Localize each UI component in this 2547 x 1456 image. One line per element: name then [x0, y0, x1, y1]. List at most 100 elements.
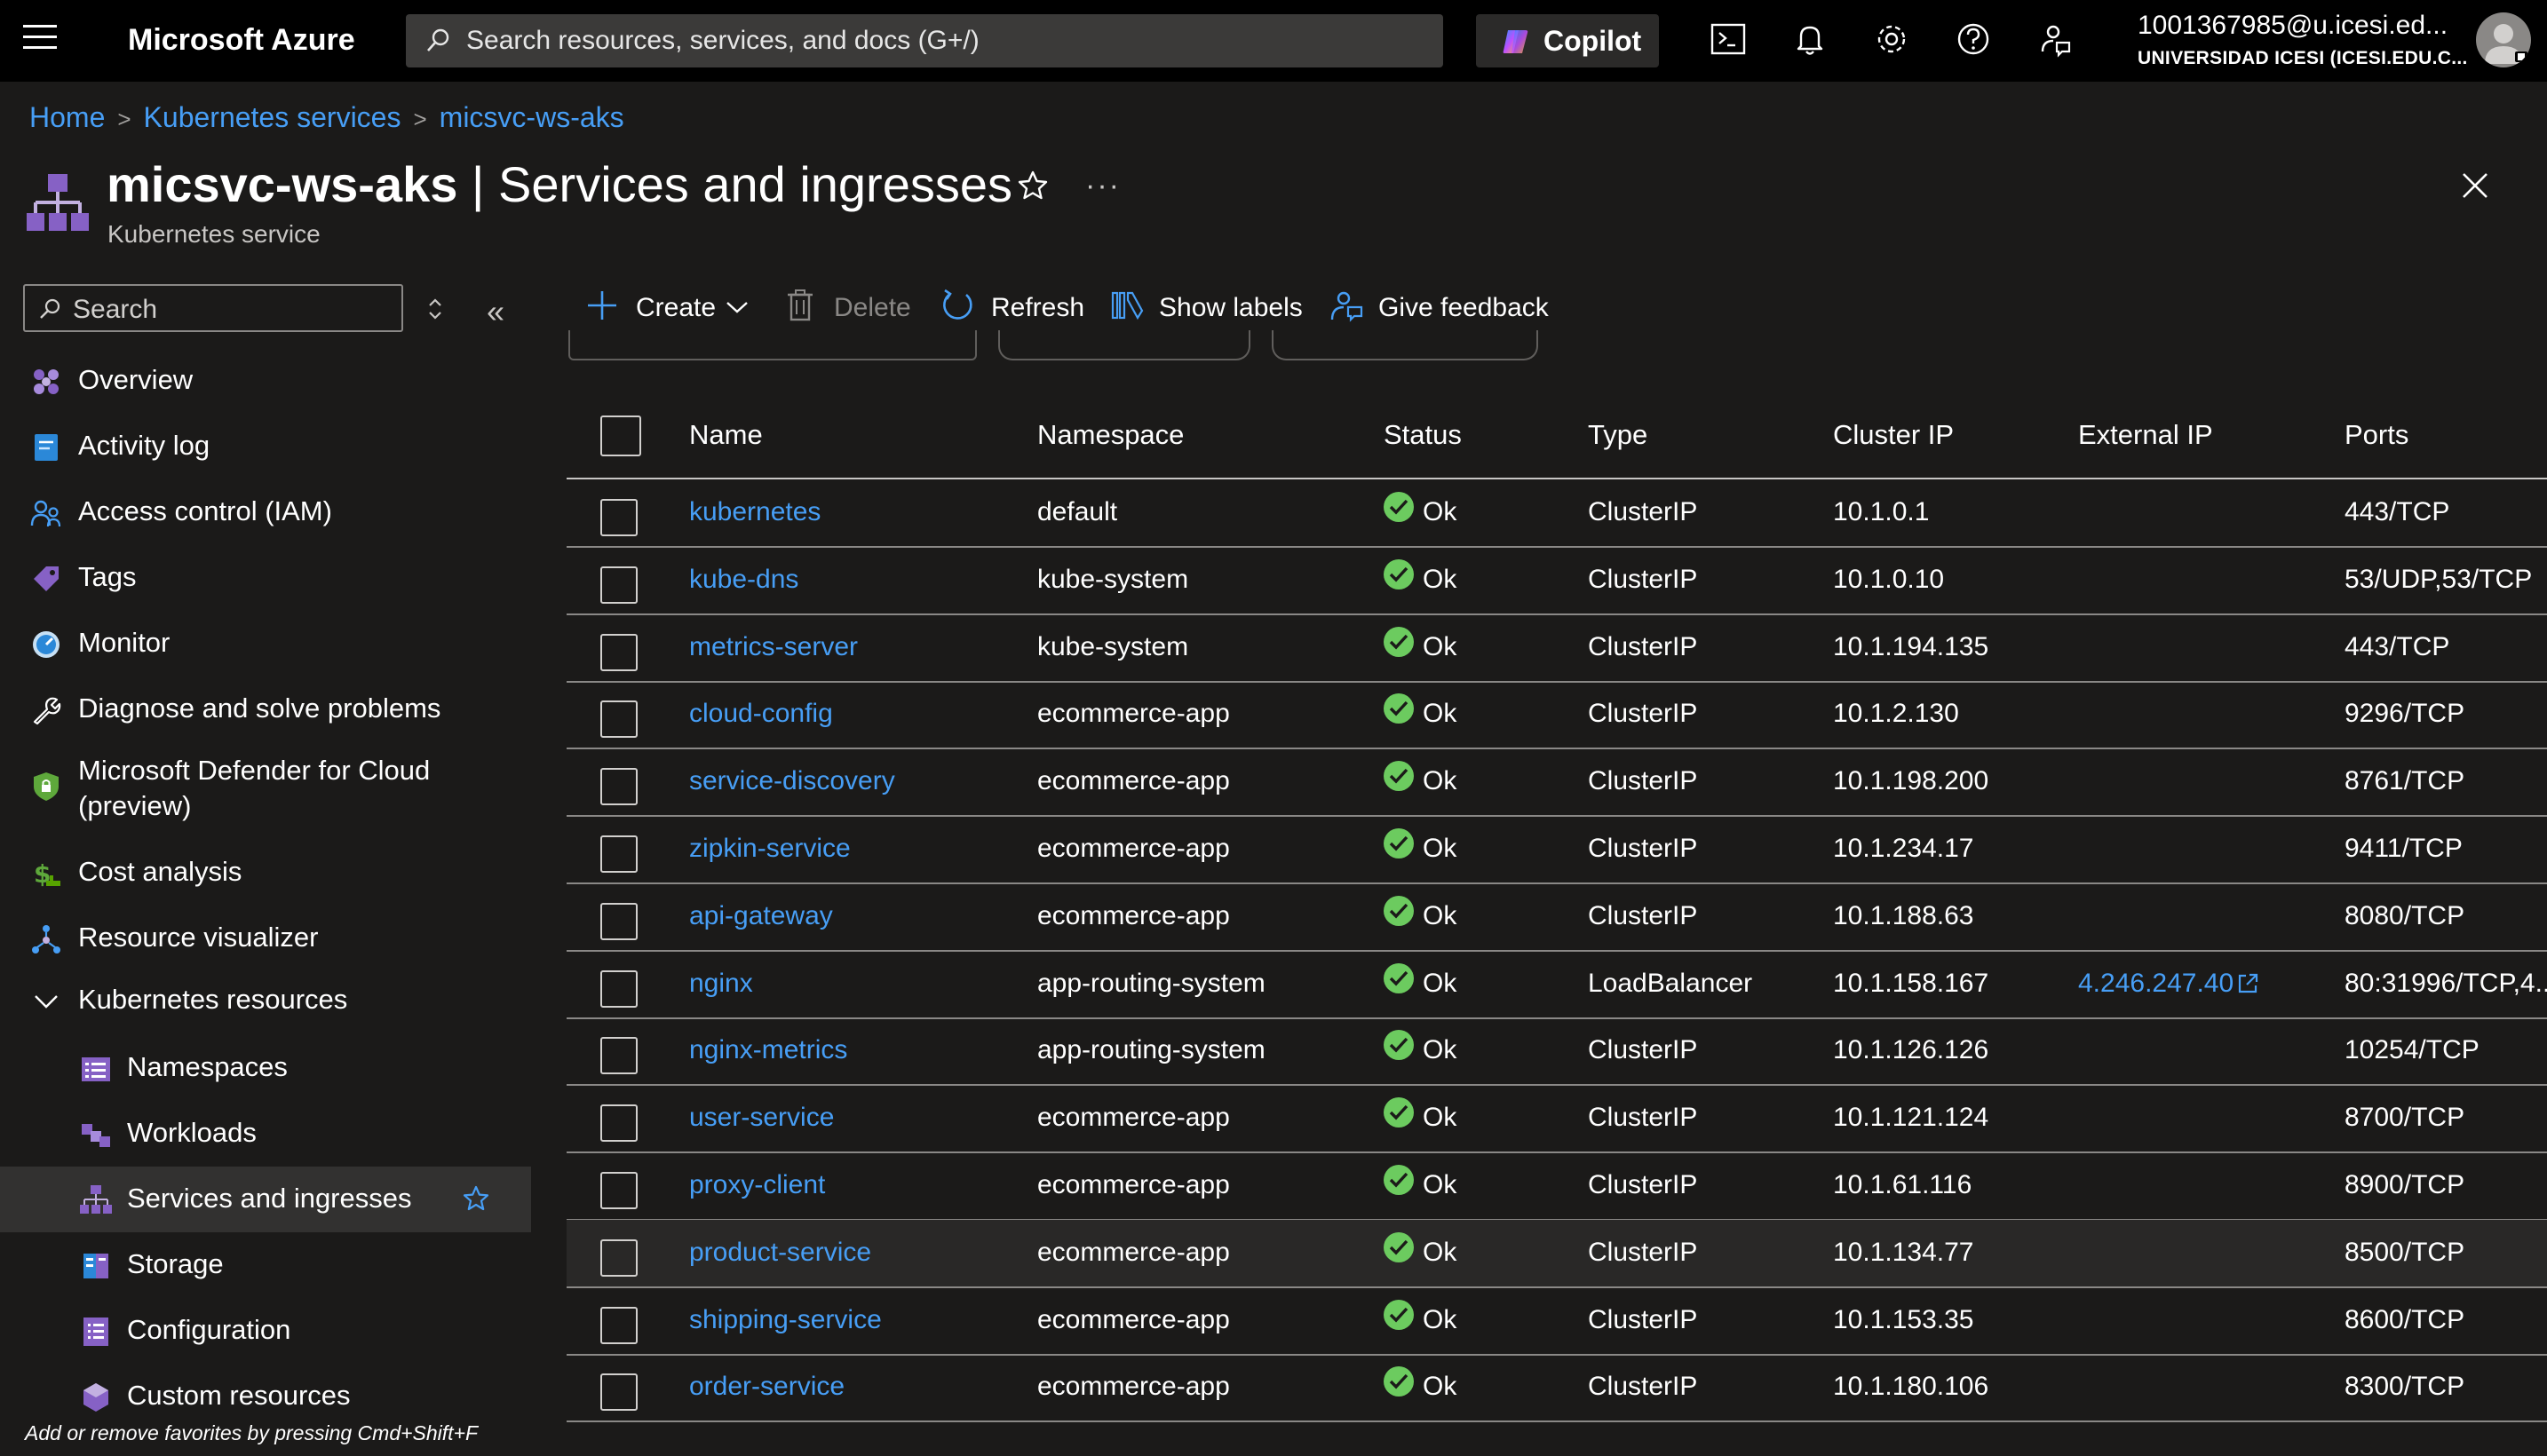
- account-directory[interactable]: UNIVERSIDAD ICESI (ICESI.EDU.C...: [2138, 48, 2468, 69]
- sidebar-item-storage[interactable]: Storage: [0, 1232, 531, 1298]
- hamburger-menu-icon[interactable]: [23, 25, 57, 55]
- column-header-namespace[interactable]: Namespace: [1037, 419, 1184, 451]
- table-row[interactable]: product-service ecommerce-app Ok ClusterIP 1…: [567, 1219, 2547, 1288]
- refresh-button[interactable]: Refresh: [940, 284, 1084, 330]
- sidebar-item-configuration[interactable]: Configuration: [0, 1298, 531, 1364]
- column-header-external-ip[interactable]: External IP: [2078, 419, 2213, 451]
- row-checkbox[interactable]: [600, 1238, 638, 1277]
- breadcrumb-home[interactable]: Home: [29, 101, 105, 133]
- namespace-filter-pill[interactable]: [998, 330, 1250, 360]
- service-name-link[interactable]: api-gateway: [689, 901, 833, 931]
- row-checkbox[interactable]: [600, 1037, 638, 1075]
- table-row[interactable]: user-service ecommerce-app Ok ClusterIP 10.1…: [567, 1085, 2547, 1154]
- sidebar-item-cost-analysis[interactable]: $ Cost analysis: [0, 840, 531, 906]
- account-email[interactable]: 1001367985@u.icesi.ed...: [2138, 11, 2448, 41]
- service-name-link[interactable]: zipkin-service: [689, 834, 851, 864]
- table-row[interactable]: zipkin-service ecommerce-app Ok ClusterIP 10…: [567, 816, 2547, 884]
- select-all-checkbox[interactable]: [600, 415, 641, 456]
- service-name-link[interactable]: user-service: [689, 1103, 834, 1133]
- row-checkbox[interactable]: [600, 700, 638, 739]
- table-row[interactable]: order-service ecommerce-app Ok ClusterIP 10.…: [567, 1354, 2547, 1423]
- sidebar-item-activity-log[interactable]: Activity log: [0, 414, 531, 479]
- service-name-link[interactable]: kubernetes: [689, 497, 821, 527]
- sidebar-item-overview[interactable]: Overview: [0, 348, 531, 414]
- row-checkbox[interactable]: [600, 835, 638, 873]
- service-name-link[interactable]: nginx-metrics: [689, 1035, 847, 1065]
- service-name-link[interactable]: product-service: [689, 1238, 871, 1268]
- notifications-bell-icon[interactable]: [1790, 20, 1833, 62]
- sidebar-item-workloads[interactable]: Workloads: [0, 1101, 531, 1167]
- collapse-sidebar-icon[interactable]: «: [487, 293, 504, 330]
- table-row[interactable]: shipping-service ecommerce-app Ok ClusterIP…: [567, 1287, 2547, 1356]
- sidebar-item-label: Storage: [127, 1248, 224, 1279]
- column-header-cluster-ip[interactable]: Cluster IP: [1833, 419, 1954, 451]
- column-header-type[interactable]: Type: [1588, 419, 1647, 451]
- sidebar-item-namespaces[interactable]: Namespaces: [0, 1035, 531, 1101]
- row-checkbox[interactable]: [600, 902, 638, 940]
- open-in-new-tab-icon[interactable]: [2236, 972, 2259, 1000]
- service-name-link[interactable]: shipping-service: [689, 1305, 882, 1335]
- show-labels-button[interactable]: Show labels: [1110, 284, 1307, 330]
- row-checkbox[interactable]: [600, 768, 638, 806]
- expand-collapse-all-icon[interactable]: [424, 293, 446, 329]
- column-header-status[interactable]: Status: [1384, 419, 1462, 451]
- sidebar-item-access-control[interactable]: Access control (IAM): [0, 479, 531, 545]
- sidebar-search-input[interactable]: Search: [23, 284, 403, 332]
- sidebar-item-defender[interactable]: Microsoft Defender for Cloud (preview): [0, 742, 531, 829]
- sidebar-item-custom-resources[interactable]: Custom resources: [0, 1364, 531, 1429]
- service-name-link[interactable]: order-service: [689, 1372, 845, 1402]
- breadcrumb-kubernetes-services[interactable]: Kubernetes services: [144, 101, 401, 133]
- copilot-button[interactable]: Copilot: [1476, 14, 1659, 67]
- create-button[interactable]: Create: [584, 284, 758, 330]
- table-row[interactable]: cloud-config ecommerce-app Ok ClusterIP 10.1…: [567, 681, 2547, 750]
- avatar[interactable]: [2476, 12, 2531, 67]
- external-ip-link[interactable]: 4.246.247.40: [2078, 969, 2234, 999]
- close-icon[interactable]: [2460, 170, 2490, 205]
- filter-by-name-input[interactable]: [568, 330, 977, 360]
- cloud-shell-icon[interactable]: [1709, 20, 1751, 62]
- breadcrumb-cluster[interactable]: micsvc-ws-aks: [440, 101, 624, 133]
- sidebar-group-kubernetes-resources[interactable]: Kubernetes resources: [0, 968, 531, 1033]
- sidebar-item-monitor[interactable]: Monitor: [0, 611, 531, 677]
- column-header-name[interactable]: Name: [689, 419, 763, 451]
- row-checkbox[interactable]: [600, 1306, 638, 1344]
- service-name-link[interactable]: nginx: [689, 969, 753, 999]
- row-checkbox[interactable]: [600, 1172, 638, 1209]
- help-icon[interactable]: [1954, 20, 1996, 62]
- table-row[interactable]: api-gateway ecommerce-app Ok ClusterIP 10.1.…: [567, 883, 2547, 952]
- table-row[interactable]: metrics-server kube-system Ok ClusterIP 10.1…: [567, 614, 2547, 683]
- add-filter-pill[interactable]: [1272, 330, 1538, 360]
- table-row[interactable]: kube-dns kube-system Ok ClusterIP 10.1.0.10 5…: [567, 547, 2547, 615]
- give-feedback-button[interactable]: Give feedback: [1329, 284, 1551, 330]
- sidebar-item-label: Cost analysis: [78, 856, 242, 887]
- column-header-ports[interactable]: Ports: [2345, 419, 2408, 451]
- sidebar-item-services-and-ingresses[interactable]: Services and ingresses: [0, 1167, 531, 1232]
- row-checkbox[interactable]: [600, 1373, 638, 1412]
- sidebar-item-diagnose[interactable]: Diagnose and solve problems: [0, 677, 531, 742]
- row-checkbox[interactable]: [600, 499, 638, 536]
- sidebar-item-tags[interactable]: Tags: [0, 545, 531, 611]
- row-checkbox[interactable]: [600, 633, 638, 671]
- feedback-icon[interactable]: [2035, 20, 2078, 62]
- service-name-link[interactable]: metrics-server: [689, 632, 858, 662]
- global-search-input[interactable]: Search resources, services, and docs (G+…: [406, 14, 1443, 67]
- table-row[interactable]: nginx app-routing-system Ok LoadBalancer 10.…: [567, 951, 2547, 1019]
- settings-gear-icon[interactable]: [1872, 20, 1915, 62]
- portal-brand[interactable]: Microsoft Azure: [128, 23, 355, 58]
- row-checkbox[interactable]: [600, 969, 638, 1008]
- table-row[interactable]: service-discovery ecommerce-app Ok ClusterI…: [567, 748, 2547, 818]
- table-row[interactable]: nginx-metrics app-routing-system Ok Cluster…: [567, 1017, 2547, 1087]
- service-name-link[interactable]: kube-dns: [689, 565, 798, 595]
- sidebar-item-resource-visualizer[interactable]: Resource visualizer: [0, 906, 531, 971]
- table-row[interactable]: proxy-client ecommerce-app Ok ClusterIP 10.1…: [567, 1152, 2547, 1221]
- more-options-icon[interactable]: ···: [1085, 169, 1121, 203]
- service-name-link[interactable]: proxy-client: [689, 1170, 825, 1200]
- table-row[interactable]: kubernetes default Ok ClusterIP 10.1.0.1 443/…: [567, 479, 2547, 548]
- service-name-link[interactable]: cloud-config: [689, 699, 833, 729]
- delete-button[interactable]: Delete: [785, 284, 918, 330]
- row-checkbox[interactable]: [600, 1104, 638, 1143]
- favorite-star-icon[interactable]: [462, 1184, 490, 1217]
- favorite-star-icon[interactable]: [1016, 169, 1050, 207]
- service-name-link[interactable]: service-discovery: [689, 766, 895, 796]
- row-checkbox[interactable]: [600, 566, 638, 604]
